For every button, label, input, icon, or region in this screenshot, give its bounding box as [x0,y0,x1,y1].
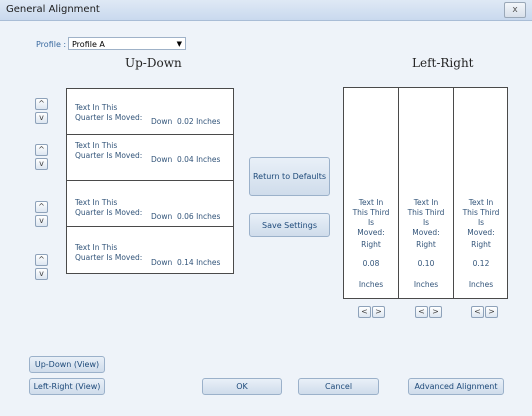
updown-heading: Up-Down [125,56,182,70]
col1-text-line1: Text In [358,198,384,207]
leftright-view-button[interactable]: Left-Right (View) [29,378,105,395]
row4-up-button[interactable]: ^ [35,254,48,266]
col2-text-line3: Is [422,218,430,227]
col2-text-line2: This Third [407,208,445,217]
row2-up-button[interactable]: ^ [35,144,48,156]
leftright-col-3: Text In This Third Is Moved: Right 0.12 … [454,88,509,298]
col2-value: 0.10 [417,259,435,268]
profile-label: Profile : [36,40,67,49]
row2-value: 0.04 Inches [177,155,221,164]
col2-text-line4: Moved: [412,228,440,237]
row1-text-line2: Quarter Is Moved: [75,113,143,122]
chevron-down-icon: ▼ [176,40,182,48]
col2-direction: Right [416,240,436,249]
row2-text-line2: Quarter Is Moved: [75,151,143,160]
updown-row-3: Text In This Quarter Is Moved: Down 0.06… [67,181,233,227]
return-to-defaults-button[interactable]: Return to Defaults [249,157,330,196]
row1-value: 0.02 Inches [177,117,221,126]
row4-direction: Down [151,258,173,267]
row1-text-line1: Text In This [75,103,118,112]
col3-text-line3: Is [477,218,485,227]
col1-left-button[interactable]: < [358,306,371,318]
row1-up-button[interactable]: ^ [35,98,48,110]
cancel-button[interactable]: Cancel [298,378,379,395]
col2-left-button[interactable]: < [415,306,428,318]
updown-quarters: Text In This Quarter Is Moved: Down 0.02… [66,88,234,274]
col3-direction: Right [471,240,491,249]
row2-text-line1: Text In This [75,141,118,150]
close-button[interactable]: x [504,2,526,18]
leftright-col-2: Text In This Third Is Moved: Right 0.10 … [399,88,454,298]
row3-value: 0.06 Inches [177,212,221,221]
row2-direction: Down [151,155,173,164]
row3-up-button[interactable]: ^ [35,201,48,213]
title-bar: General Alignment x [0,0,532,21]
col1-value: 0.08 [362,259,380,268]
col1-direction: Right [361,240,381,249]
updown-row-4: Text In This Quarter Is Moved: Down 0.14… [67,227,233,273]
profile-selected-value: Profile A [72,40,105,49]
row3-text-line2: Quarter Is Moved: [75,208,143,217]
col2-right-button[interactable]: > [429,306,442,318]
row4-value: 0.14 Inches [177,258,221,267]
ok-button[interactable]: OK [202,378,282,395]
col1-text-line4: Moved: [357,228,385,237]
updown-view-button[interactable]: Up-Down (View) [29,356,105,373]
col3-text-line1: Text In [468,198,494,207]
row4-down-button[interactable]: v [35,268,48,280]
row3-down-button[interactable]: v [35,215,48,227]
col1-text-line2: This Third [352,208,390,217]
col3-value: 0.12 [472,259,490,268]
leftright-col-1: Text In This Third Is Moved: Right 0.08 … [344,88,399,298]
save-settings-button[interactable]: Save Settings [249,213,330,237]
col2-unit: Inches [413,280,439,289]
row1-down-button[interactable]: v [35,112,48,124]
col3-text-line2: This Third [462,208,500,217]
col1-right-button[interactable]: > [372,306,385,318]
updown-row-1: Text In This Quarter Is Moved: Down 0.02… [67,89,233,135]
row2-down-button[interactable]: v [35,158,48,170]
col3-right-button[interactable]: > [485,306,498,318]
row3-text-line1: Text In This [75,198,118,207]
col2-text-line1: Text In [413,198,439,207]
row1-direction: Down [151,117,173,126]
col1-unit: Inches [358,280,384,289]
row4-text-line2: Quarter Is Moved: [75,253,143,262]
col1-text-line3: Is [367,218,375,227]
updown-row-2: Text In This Quarter Is Moved: Down 0.04… [67,135,233,181]
advanced-alignment-button[interactable]: Advanced Alignment [408,378,504,395]
row3-direction: Down [151,212,173,221]
leftright-thirds: Text In This Third Is Moved: Right 0.08 … [343,87,508,299]
window-title: General Alignment [6,4,100,15]
profile-dropdown[interactable]: Profile A ▼ [68,37,186,50]
leftright-heading: Left-Right [412,56,474,70]
col3-unit: Inches [468,280,494,289]
col3-text-line4: Moved: [467,228,495,237]
row4-text-line1: Text In This [75,243,118,252]
col3-left-button[interactable]: < [471,306,484,318]
